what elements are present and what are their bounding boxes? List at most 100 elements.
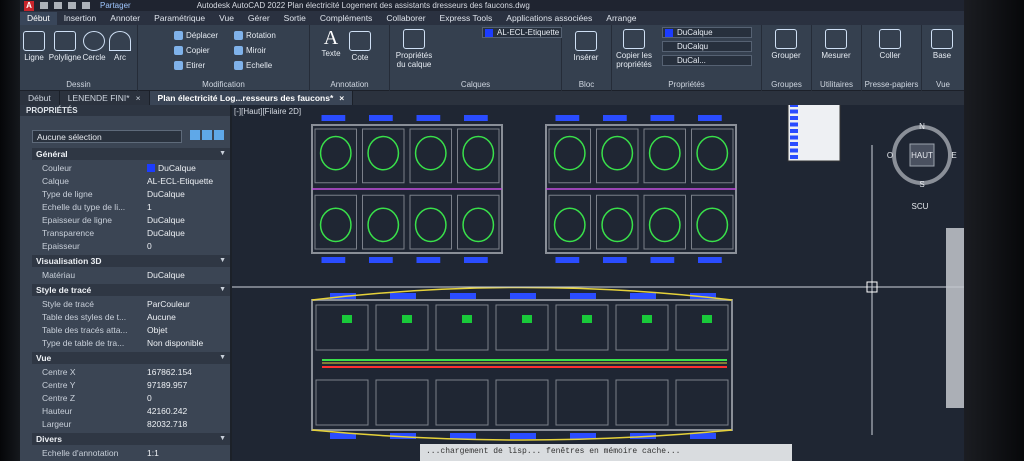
clipboard-group-label[interactable]: Presse-papiers bbox=[862, 80, 921, 89]
modify-group-label[interactable]: Modification bbox=[138, 80, 309, 89]
property-section-header[interactable]: Général bbox=[32, 148, 230, 160]
toggle-pickadd-icon[interactable] bbox=[190, 130, 200, 140]
ribbon-tab-10[interactable]: Applications associées bbox=[499, 12, 599, 25]
close-tab-icon[interactable]: × bbox=[136, 91, 141, 105]
property-row[interactable]: Echelle du type de li... 1 bbox=[32, 201, 230, 214]
property-row[interactable]: Type de ligne DuCalque bbox=[32, 188, 230, 201]
ribbon-tab-7[interactable]: Compléments bbox=[313, 12, 379, 25]
scale-tool[interactable]: Echelle bbox=[234, 61, 272, 70]
viewport-controls[interactable]: [-][Haut][Filaire 2D] bbox=[234, 107, 301, 116]
ribbon-tab-2[interactable]: Annoter bbox=[103, 12, 147, 25]
property-row[interactable]: Couleur DuCalque bbox=[32, 162, 230, 175]
ribbon-tab-1[interactable]: Insertion bbox=[57, 12, 104, 25]
save-icon[interactable] bbox=[68, 2, 76, 9]
arc-tool[interactable]: Arc bbox=[108, 31, 132, 62]
room-label-tag bbox=[630, 293, 656, 299]
property-value-text: 1:1 bbox=[147, 448, 159, 458]
polyline-tool[interactable]: Polyligne bbox=[48, 31, 82, 62]
ribbon-tab-6[interactable]: Sortie bbox=[277, 12, 313, 25]
selection-combo[interactable]: Aucune sélection bbox=[32, 130, 182, 143]
document-tab-0[interactable]: Début bbox=[20, 91, 60, 105]
block-group-label[interactable]: Bloc bbox=[562, 80, 611, 89]
color-combo[interactable]: DuCalque bbox=[662, 27, 752, 38]
utilities-group-label[interactable]: Utilitaires bbox=[812, 80, 861, 89]
group-tool[interactable]: Grouper bbox=[766, 29, 806, 60]
property-row[interactable]: Calque AL-ECL-Etiquette bbox=[32, 175, 230, 188]
dimension-tool[interactable]: Cote bbox=[346, 31, 374, 62]
mirror-tool[interactable]: Miroir bbox=[234, 46, 266, 55]
close-tab-icon[interactable]: × bbox=[339, 91, 344, 105]
share-button[interactable]: Partager bbox=[100, 1, 131, 10]
property-row[interactable]: Centre Y 97189.957 bbox=[32, 379, 230, 392]
rotate-tool[interactable]: Rotation bbox=[234, 31, 276, 40]
circle-tool[interactable]: Cercle bbox=[82, 31, 106, 62]
property-row[interactable]: Type de table de tra... Non disponible bbox=[32, 337, 230, 350]
ribbon-tab-9[interactable]: Express Tools bbox=[433, 12, 500, 25]
properties-group-label[interactable]: Propriétés bbox=[612, 80, 761, 89]
property-row[interactable]: Transparence DuCalque bbox=[32, 227, 230, 240]
property-row[interactable]: Table des tracés atta... Objet bbox=[32, 324, 230, 337]
measure-icon bbox=[825, 29, 847, 49]
property-value-text: 82032.718 bbox=[147, 419, 188, 429]
copy-tool[interactable]: Copier bbox=[174, 46, 210, 55]
insert-tool[interactable]: Insérer bbox=[566, 31, 606, 62]
property-row[interactable]: Epaisseur de ligne DuCalque bbox=[32, 214, 230, 227]
room-label-tag bbox=[464, 115, 488, 121]
property-row[interactable]: Style de tracé ParCouleur bbox=[32, 298, 230, 311]
property-row[interactable]: Echelle d'annotation 1:1 bbox=[32, 447, 230, 460]
ribbon-tab-11[interactable]: Arrange bbox=[599, 12, 643, 25]
lineweight-combo[interactable]: DuCalqu bbox=[662, 41, 752, 52]
measure-tool[interactable]: Mesurer bbox=[816, 29, 856, 60]
draw-group-label[interactable]: Dessin bbox=[20, 80, 137, 89]
undo-icon[interactable] bbox=[82, 2, 90, 9]
command-line[interactable]: ...chargement de lisp... fenêtres en mém… bbox=[420, 444, 792, 461]
linetype-combo[interactable]: DuCal... bbox=[662, 55, 752, 66]
property-row[interactable]: Matériau DuCalque bbox=[32, 269, 230, 282]
property-row[interactable]: Centre X 167862.154 bbox=[32, 366, 230, 379]
open-file-icon[interactable] bbox=[54, 2, 62, 9]
view-group-label[interactable]: Vue bbox=[922, 80, 964, 89]
property-value-text: 97189.957 bbox=[147, 380, 188, 390]
ribbon-tab-0[interactable]: Début bbox=[20, 12, 57, 25]
move-tool[interactable]: Déplacer bbox=[174, 31, 218, 40]
select-objects-icon[interactable] bbox=[202, 130, 212, 140]
property-section-header[interactable]: Divers bbox=[32, 433, 230, 445]
property-row[interactable]: Epaisseur 0 bbox=[32, 240, 230, 253]
layers-group-label[interactable]: Calques bbox=[390, 80, 561, 89]
ribbon-tab-8[interactable]: Collaborer bbox=[379, 12, 432, 25]
property-row[interactable]: Largeur 82032.718 bbox=[32, 418, 230, 431]
draw-group: Ligne Polyligne Cercle Arc Dessin bbox=[20, 25, 138, 91]
ribbon-tab-3[interactable]: Paramétrique bbox=[147, 12, 212, 25]
property-row[interactable]: Table des styles de t... Aucune bbox=[32, 311, 230, 324]
groups-group-label[interactable]: Groupes bbox=[762, 80, 811, 89]
navigation-bar[interactable] bbox=[946, 228, 964, 408]
document-tab-2[interactable]: Plan électricité Log...resseurs des fauc… bbox=[149, 91, 354, 105]
paste-tool[interactable]: Coller bbox=[870, 29, 910, 60]
device-symbol bbox=[522, 315, 532, 323]
property-row[interactable]: Centre Z 0 bbox=[32, 392, 230, 405]
match-properties-tool[interactable]: Copier les propriétés bbox=[614, 29, 654, 69]
stretch-tool[interactable]: Etirer bbox=[174, 61, 205, 70]
line-tool[interactable]: Ligne bbox=[22, 31, 46, 62]
property-section-header[interactable]: Style de tracé bbox=[32, 284, 230, 296]
layer-properties-tool[interactable]: Propriétés du calque bbox=[392, 29, 436, 69]
property-row[interactable]: Hauteur 42160.242 bbox=[32, 405, 230, 418]
layer-combo[interactable]: AL-ECL-Etiquette bbox=[482, 27, 562, 38]
property-section-header[interactable]: Vue bbox=[32, 352, 230, 364]
ribbon-tab-5[interactable]: Gérer bbox=[241, 12, 277, 25]
ribbon-tab-4[interactable]: Vue bbox=[212, 12, 241, 25]
room-label-tag bbox=[416, 115, 441, 121]
room-label-tag bbox=[650, 115, 675, 121]
floor-plan-drawing[interactable]: N S E O HAUT SCU bbox=[232, 105, 964, 461]
text-tool[interactable]: A Texte bbox=[316, 27, 346, 58]
autocad-logo-icon[interactable]: A bbox=[24, 0, 34, 11]
drawing-area[interactable]: N S E O HAUT SCU bbox=[232, 105, 964, 461]
copy-icon bbox=[174, 46, 183, 55]
annotation-group-label[interactable]: Annotation bbox=[310, 80, 389, 89]
base-tool[interactable]: Base bbox=[926, 29, 958, 60]
quick-select-icon[interactable] bbox=[214, 130, 224, 140]
color-swatch bbox=[665, 29, 673, 37]
new-file-icon[interactable] bbox=[40, 2, 48, 9]
property-section-header[interactable]: Visualisation 3D bbox=[32, 255, 230, 267]
document-tab-1[interactable]: LENENDE FINI* × bbox=[60, 91, 150, 105]
